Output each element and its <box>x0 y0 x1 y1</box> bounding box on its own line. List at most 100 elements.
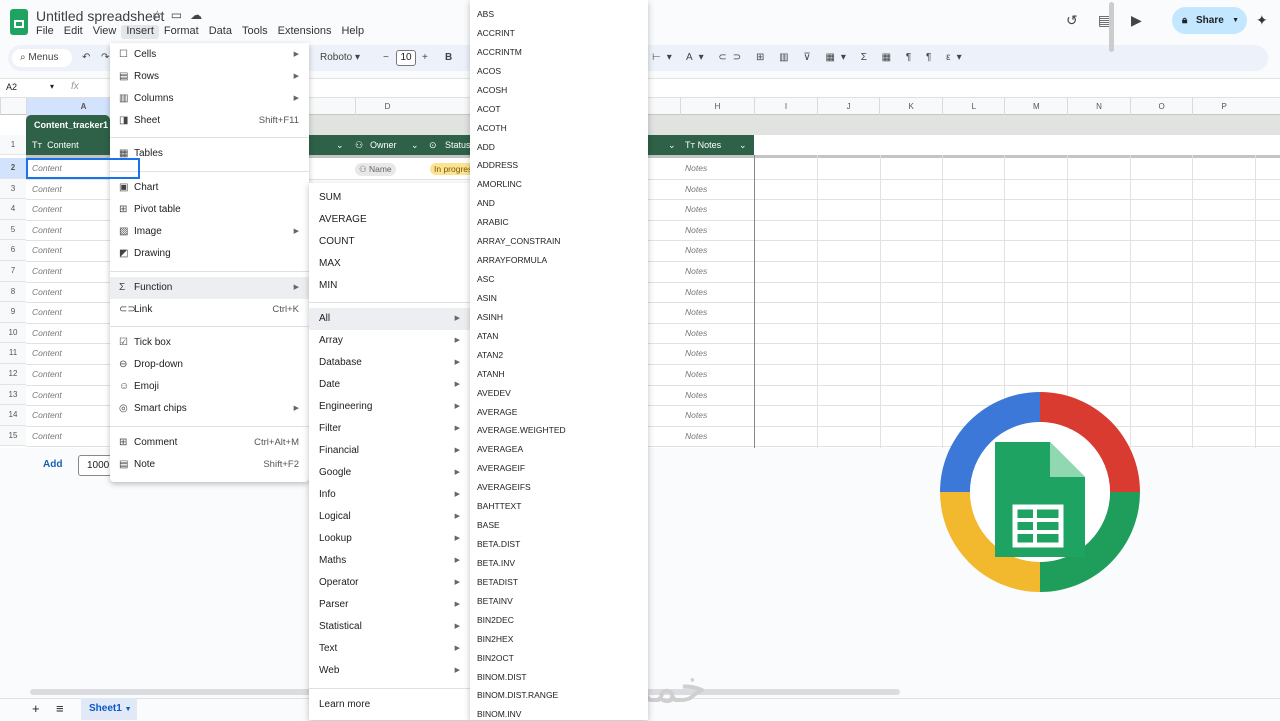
function-item-binom.dist.range[interactable]: BINOM.DIST.RANGE <box>477 690 558 700</box>
function-category-engineering[interactable]: Engineering ▶ <box>309 396 470 418</box>
content-cell[interactable]: Content <box>32 307 62 317</box>
function-count[interactable]: COUNT <box>309 231 470 253</box>
insert-menu-link[interactable]: ⊂⊃ Link Ctrl+K <box>110 299 309 321</box>
function-category-maths[interactable]: Maths ▶ <box>309 550 470 572</box>
notes-cell[interactable]: Notes <box>685 307 707 317</box>
function-category-google[interactable]: Google ▶ <box>309 462 470 484</box>
add-rows-button[interactable]: Add <box>43 459 62 470</box>
function-item-address[interactable]: ADDRESS <box>477 160 518 170</box>
function-item-average[interactable]: AVERAGE <box>477 407 517 417</box>
undo-icon[interactable]: ↶ <box>82 52 90 63</box>
function-item-acos[interactable]: ACOS <box>477 66 501 76</box>
select-all-corner[interactable] <box>0 98 26 116</box>
function-item-averageif[interactable]: AVERAGEIF <box>477 463 525 473</box>
redo-icon[interactable]: ↷ <box>101 52 109 63</box>
list-scrollbar[interactable] <box>1109 2 1114 52</box>
notes-cell[interactable]: Notes <box>685 369 707 379</box>
row-header-13[interactable]: 13 <box>0 384 26 406</box>
function-category-web[interactable]: Web ▶ <box>309 660 470 682</box>
function-item-bin2oct[interactable]: BIN2OCT <box>477 653 514 663</box>
function-category-info[interactable]: Info ▶ <box>309 484 470 506</box>
notes-cell[interactable]: Notes <box>685 245 707 255</box>
content-cell[interactable]: Content <box>32 287 62 297</box>
content-cell[interactable]: Content <box>32 184 62 194</box>
notes-cell[interactable]: Notes <box>685 328 707 338</box>
column-header-k[interactable]: K <box>879 98 942 116</box>
insert-menu-comment[interactable]: ⊞ Comment Ctrl+Alt+M <box>110 432 309 454</box>
function-category-operator[interactable]: Operator ▶ <box>309 572 470 594</box>
content-cell[interactable]: Content <box>32 369 62 379</box>
content-cell[interactable]: Content <box>32 348 62 358</box>
status-chip[interactable]: In progress <box>430 163 470 175</box>
function-category-database[interactable]: Database ▶ <box>309 352 470 374</box>
function-item-betainv[interactable]: BETAINV <box>477 596 513 606</box>
function-item-acosh[interactable]: ACOSH <box>477 85 507 95</box>
document-title[interactable]: Untitled spreadsheet <box>36 8 164 24</box>
function-category-date[interactable]: Date ▶ <box>309 374 470 396</box>
function-item-amorlinc[interactable]: AMORLINC <box>477 179 522 189</box>
function-category-array[interactable]: Array ▶ <box>309 330 470 352</box>
version-history-icon[interactable]: ↺ <box>1066 12 1078 29</box>
font-select[interactable]: Roboto ▾ <box>320 52 360 63</box>
function-item-arabic[interactable]: ARABIC <box>477 217 509 227</box>
function-category-filter[interactable]: Filter ▶ <box>309 418 470 440</box>
row-header-10[interactable]: 10 <box>0 322 26 344</box>
function-item-averageifs[interactable]: AVERAGEIFS <box>477 482 531 492</box>
header-notes[interactable]: ⌄ TT Notes ⌄ <box>648 135 754 155</box>
function-item-accrintm[interactable]: ACCRINTM <box>477 47 522 57</box>
function-item-and[interactable]: AND <box>477 198 495 208</box>
sheets-logo[interactable] <box>10 9 28 35</box>
column-header-l[interactable]: L <box>941 98 1005 116</box>
add-sheet-icon[interactable]: + <box>32 701 40 716</box>
notes-cell[interactable]: Notes <box>685 184 707 194</box>
function-item-acot[interactable]: ACOT <box>477 104 501 114</box>
content-cell[interactable]: Content <box>32 204 62 214</box>
insert-menu-tick-box[interactable]: ☑ Tick box <box>110 332 309 354</box>
function-item-beta.inv[interactable]: BETA.INV <box>477 558 515 568</box>
insert-menu-note[interactable]: ▤ Note Shift+F2 <box>110 454 309 476</box>
menu-view[interactable]: View <box>88 25 122 39</box>
function-item-atan[interactable]: ATAN <box>477 331 498 341</box>
notes-cell[interactable]: Notes <box>685 204 707 214</box>
function-item-arrayformula[interactable]: ARRAYFORMULA <box>477 255 547 265</box>
chevron-down-icon[interactable]: ⌄ <box>336 135 344 155</box>
function-item-base[interactable]: BASE <box>477 520 500 530</box>
row-header-15[interactable]: 15 <box>0 425 26 447</box>
table-name-tab[interactable]: Content_tracker1 <box>26 115 110 135</box>
decrease-font-icon[interactable]: − <box>383 52 389 63</box>
column-header-n[interactable]: N <box>1067 98 1130 116</box>
notes-cell[interactable]: Notes <box>685 410 707 420</box>
function-item-array_constrain[interactable]: ARRAY_CONSTRAIN <box>477 236 560 246</box>
function-item-atan2[interactable]: ATAN2 <box>477 350 503 360</box>
insert-menu-drawing[interactable]: ◩ Drawing <box>110 243 309 265</box>
bold-button[interactable]: B <box>445 52 452 63</box>
increase-font-icon[interactable]: + <box>422 52 428 63</box>
gemini-icon[interactable]: ✦ <box>1256 12 1268 29</box>
content-cell[interactable]: Content <box>32 245 62 255</box>
menu-extensions[interactable]: Extensions <box>273 25 337 39</box>
insert-menu-image[interactable]: ▨ Image ▶ <box>110 221 309 243</box>
function-item-binom.inv[interactable]: BINOM.INV <box>477 709 521 719</box>
cloud-status-icon[interactable]: ☁ <box>190 8 210 22</box>
menu-file[interactable]: File <box>31 25 59 39</box>
function-item-bin2dec[interactable]: BIN2DEC <box>477 615 514 625</box>
content-cell[interactable]: Content <box>32 390 62 400</box>
function-category-text[interactable]: Text ▶ <box>309 638 470 660</box>
function-item-betadist[interactable]: BETADIST <box>477 577 518 587</box>
menu-help[interactable]: Help <box>336 25 369 39</box>
content-cell[interactable]: Content <box>32 431 62 441</box>
insert-menu-pivot-table[interactable]: ⊞ Pivot table <box>110 199 309 221</box>
notes-cell[interactable]: Notes <box>685 348 707 358</box>
notes-cell[interactable]: Notes <box>685 390 707 400</box>
row-header-3[interactable]: 3 <box>0 178 26 200</box>
insert-menu-emoji[interactable]: ☺ Emoji <box>110 376 309 398</box>
function-item-beta.dist[interactable]: BETA.DIST <box>477 539 520 549</box>
chevron-down-icon[interactable]: ⌄ <box>739 135 747 155</box>
name-box[interactable]: A2 <box>6 82 17 92</box>
row-header-14[interactable]: 14 <box>0 405 26 426</box>
insert-menu-chart[interactable]: ▣ Chart <box>110 177 309 199</box>
header-content[interactable]: TT Content <box>26 135 110 155</box>
notes-cell[interactable]: Notes <box>685 225 707 235</box>
row-header-8[interactable]: 8 <box>0 281 26 303</box>
search-menus-input[interactable]: ⌕ Menus <box>12 49 72 67</box>
